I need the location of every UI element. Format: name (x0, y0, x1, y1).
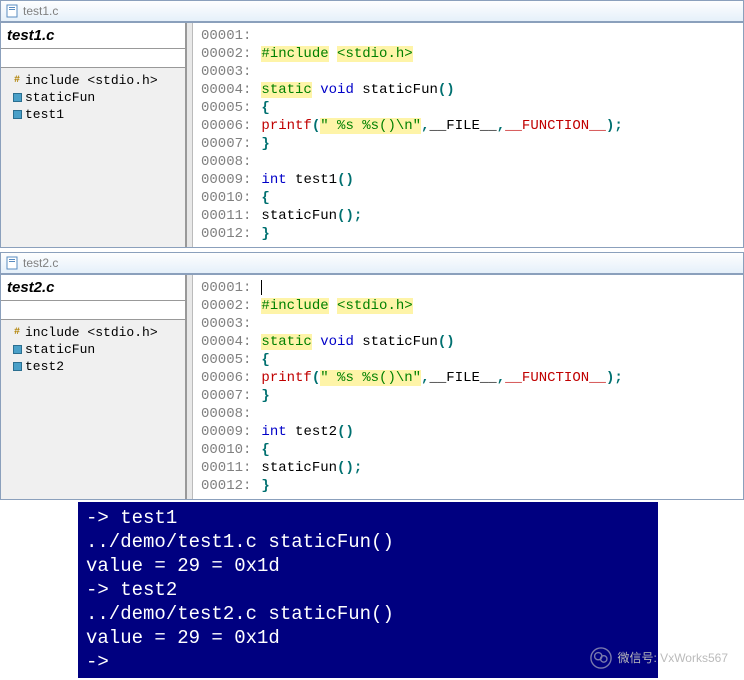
terminal-line: -> (86, 650, 650, 674)
code-editor-2[interactable]: 00001:00002:00003: 00004:00005:00006: 00… (187, 275, 743, 499)
code-area[interactable]: #include <stdio.h> static void staticFun… (255, 23, 743, 247)
line-numbers: 00001:00002:00003: 00004:00005:00006: 00… (193, 23, 255, 247)
sidebar-title: test2.c (1, 275, 185, 301)
sidebar-search (1, 301, 185, 320)
file-icon (5, 256, 19, 270)
outline-tree[interactable]: # include <stdio.h> staticFun test1 (1, 68, 185, 247)
text-cursor (261, 280, 262, 295)
tree-item-include[interactable]: # include <stdio.h> (3, 324, 183, 341)
terminal-line: value = 29 = 0x1d (86, 554, 650, 578)
terminal-line: -> test1 (86, 506, 650, 530)
editor-pane-2: test2.c # include <stdio.h> staticFun te… (0, 274, 744, 500)
tab-bar-1[interactable]: test1.c (0, 0, 744, 22)
search-input[interactable] (1, 301, 185, 319)
tree-item-fn[interactable]: test2 (3, 358, 183, 375)
tree-item-fn[interactable]: test1 (3, 106, 183, 123)
tree-item-include[interactable]: # include <stdio.h> (3, 72, 183, 89)
tab-title: test2.c (23, 256, 58, 270)
function-icon (11, 344, 23, 356)
editor-pane-1: test1.c # include <stdio.h> staticFun te… (0, 22, 744, 248)
tab-title: test1.c (23, 4, 58, 18)
include-icon: # (11, 327, 23, 339)
line-numbers: 00001:00002:00003: 00004:00005:00006: 00… (193, 275, 255, 499)
code-area[interactable]: #include <stdio.h> static void staticFun… (255, 275, 743, 499)
watermark: 微信号: VxWorks567 (590, 646, 728, 670)
tree-label: test1 (25, 107, 64, 122)
file-icon (5, 4, 19, 18)
terminal-line: -> test2 (86, 578, 650, 602)
search-input[interactable] (1, 49, 185, 67)
sidebar-search (1, 49, 185, 68)
function-icon (11, 361, 23, 373)
sidebar-title: test1.c (1, 23, 185, 49)
include-icon: # (11, 75, 23, 87)
sidebar-2: test2.c # include <stdio.h> staticFun te… (1, 275, 187, 499)
terminal-output[interactable]: -> test1 ../demo/test1.c staticFun() val… (78, 502, 658, 678)
tree-item-fn[interactable]: staticFun (3, 341, 183, 358)
tree-label: staticFun (25, 342, 95, 357)
tree-label: test2 (25, 359, 64, 374)
tab-bar-2[interactable]: test2.c (0, 252, 744, 274)
sidebar-1: test1.c # include <stdio.h> staticFun te… (1, 23, 187, 247)
tree-label: include <stdio.h> (25, 73, 158, 88)
outline-tree[interactable]: # include <stdio.h> staticFun test2 (1, 320, 185, 499)
terminal-line: ../demo/test1.c staticFun() (86, 530, 650, 554)
terminal-line: ../demo/test2.c staticFun() (86, 602, 650, 626)
watermark-text: 微信号: VxWorks567 (618, 646, 728, 670)
function-icon (11, 92, 23, 104)
function-icon (11, 109, 23, 121)
code-editor-1[interactable]: 00001:00002:00003: 00004:00005:00006: 00… (187, 23, 743, 247)
terminal-line: value = 29 = 0x1d (86, 626, 650, 650)
tree-label: include <stdio.h> (25, 325, 158, 340)
tree-label: staticFun (25, 90, 95, 105)
tree-item-fn[interactable]: staticFun (3, 89, 183, 106)
